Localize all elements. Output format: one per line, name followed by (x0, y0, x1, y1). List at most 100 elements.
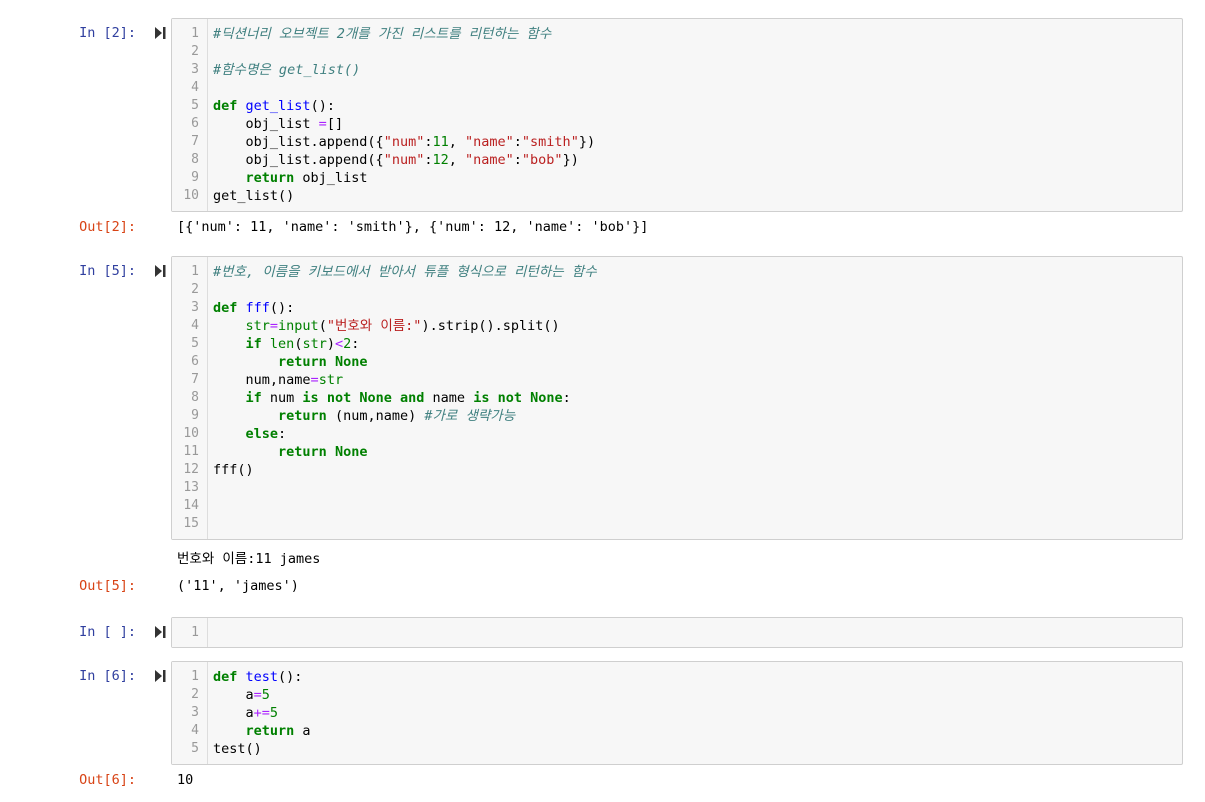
code-token: get_list() (213, 188, 295, 204)
code-token: obj_list.append({ (213, 134, 384, 150)
line-number: 6 (191, 354, 199, 369)
output-prompt: Out[2]: (79, 219, 136, 235)
output-prompt: Out[5]: (79, 578, 136, 594)
code-token: a (213, 687, 254, 703)
line-number-gutter: 1 2 3 4 5 6 7 8 9 10 11 12 13 14 15 (172, 257, 208, 539)
code-token: num (261, 390, 303, 406)
code-token: 11 (432, 134, 449, 150)
code-token: is (302, 390, 319, 406)
line-number: 9 (191, 170, 199, 185)
code-token: = (269, 318, 279, 334)
code-line: return a (213, 722, 311, 740)
code-line: get_list() (213, 187, 294, 205)
line-number: 9 (191, 408, 199, 423)
code-token: return (245, 723, 295, 739)
code-line: obj_list.append({"num":12, "name":"bob"}… (213, 151, 579, 169)
code-token: name (424, 390, 474, 406)
code-line: #딕션너리 오브젝트 2개를 가진 리스트를 리턴하는 함수 (213, 25, 551, 43)
line-number: 1 (191, 625, 199, 640)
line-number: 8 (191, 390, 199, 405)
code-line: return None (213, 443, 367, 461)
code-token: test (245, 669, 279, 685)
code-token: = (253, 687, 262, 703)
line-number: 1 (191, 669, 199, 684)
run-cell-icon[interactable] (153, 26, 167, 40)
code-token: (num,name) (326, 408, 425, 424)
code-token: 12 (432, 152, 449, 168)
code-token: else (245, 426, 279, 442)
line-number: 13 (183, 480, 199, 495)
line-number: 2 (191, 687, 199, 702)
code-token: ).strip().split() (421, 318, 560, 334)
code-token: num,name (213, 372, 311, 388)
code-token: None (359, 390, 392, 406)
code-token: < (334, 336, 344, 352)
cell-output: [{'num': 11, 'name': 'smith'}, {'num': 1… (177, 219, 649, 235)
run-cell-icon[interactable] (153, 669, 167, 683)
code-token: not (326, 390, 352, 406)
code-token: "smith" (521, 134, 579, 150)
input-prompt: In [6]: (79, 668, 136, 684)
line-number: 7 (191, 372, 199, 387)
code-editor[interactable]: 1 (171, 617, 1183, 648)
code-token: None (530, 390, 563, 406)
code-token: (): (278, 669, 303, 685)
code-line: fff() (213, 461, 254, 479)
code-token: a (213, 705, 254, 721)
code-token: input (278, 318, 319, 334)
line-number: 4 (191, 80, 199, 95)
code-token: test() (213, 741, 262, 757)
code-token: 5 (269, 705, 279, 721)
line-number: 4 (191, 723, 199, 738)
code-token: return (278, 444, 327, 460)
code-token: def (213, 98, 238, 114)
code-token: "name" (465, 152, 514, 168)
code-token: str (245, 318, 270, 334)
line-number: 3 (191, 62, 199, 77)
line-number: 5 (191, 98, 199, 113)
code-token: None (334, 444, 368, 460)
code-token: if (245, 336, 262, 352)
line-number: 7 (191, 134, 199, 149)
code-line: a+=5 (213, 704, 279, 722)
code-line: if len(str)<2: (213, 335, 360, 353)
line-number: 4 (191, 318, 199, 333)
code-token: = (310, 372, 319, 388)
code-token: #번호, 이름을 키보드에서 받아서 튜플 형식으로 리턴하는 함수 (213, 264, 597, 280)
line-number-gutter: 1 (172, 618, 208, 647)
code-line: obj_list.append({"num":11, "name":"smith… (213, 133, 596, 151)
code-token: (): (269, 300, 295, 316)
line-number: 14 (183, 498, 199, 513)
code-token: str (318, 372, 344, 388)
line-number: 8 (191, 152, 199, 167)
code-token: , (448, 152, 465, 168)
code-token: (): (310, 98, 335, 114)
code-line: def fff(): (213, 299, 294, 317)
code-line: return None (213, 353, 367, 371)
run-cell-icon[interactable] (153, 264, 167, 278)
code-token: "번호와 이름:" (326, 318, 422, 334)
line-number: 2 (191, 44, 199, 59)
run-cell-icon[interactable] (153, 625, 167, 639)
code-token: ( (318, 318, 327, 334)
code-token: return (278, 354, 327, 370)
code-line: #함수명은 get_list() (213, 61, 360, 79)
code-editor[interactable]: 1 2 3 4 5 6 7 8 9 10 #딕션너리 오브젝트 2개를 가진 리스트를 리턴하는 … (171, 18, 1183, 212)
code-token: obj_list (294, 170, 368, 186)
code-token: obj_list (213, 116, 319, 132)
code-line: return obj_list (213, 169, 368, 187)
code-editor[interactable]: 1 2 3 4 5 6 7 8 9 10 11 12 13 14 15 #번호, 이름을 키보드에서 받아서… (171, 256, 1183, 540)
code-token: fff() (213, 462, 254, 478)
input-prompt: In [ ]: (79, 624, 136, 640)
cell-output: ('11', 'james') (177, 578, 299, 594)
code-token: }) (578, 134, 596, 150)
code-editor[interactable]: 12345 def test(): a=5 a+=5 return a test(… (171, 661, 1183, 765)
code-token: ) (326, 336, 335, 352)
